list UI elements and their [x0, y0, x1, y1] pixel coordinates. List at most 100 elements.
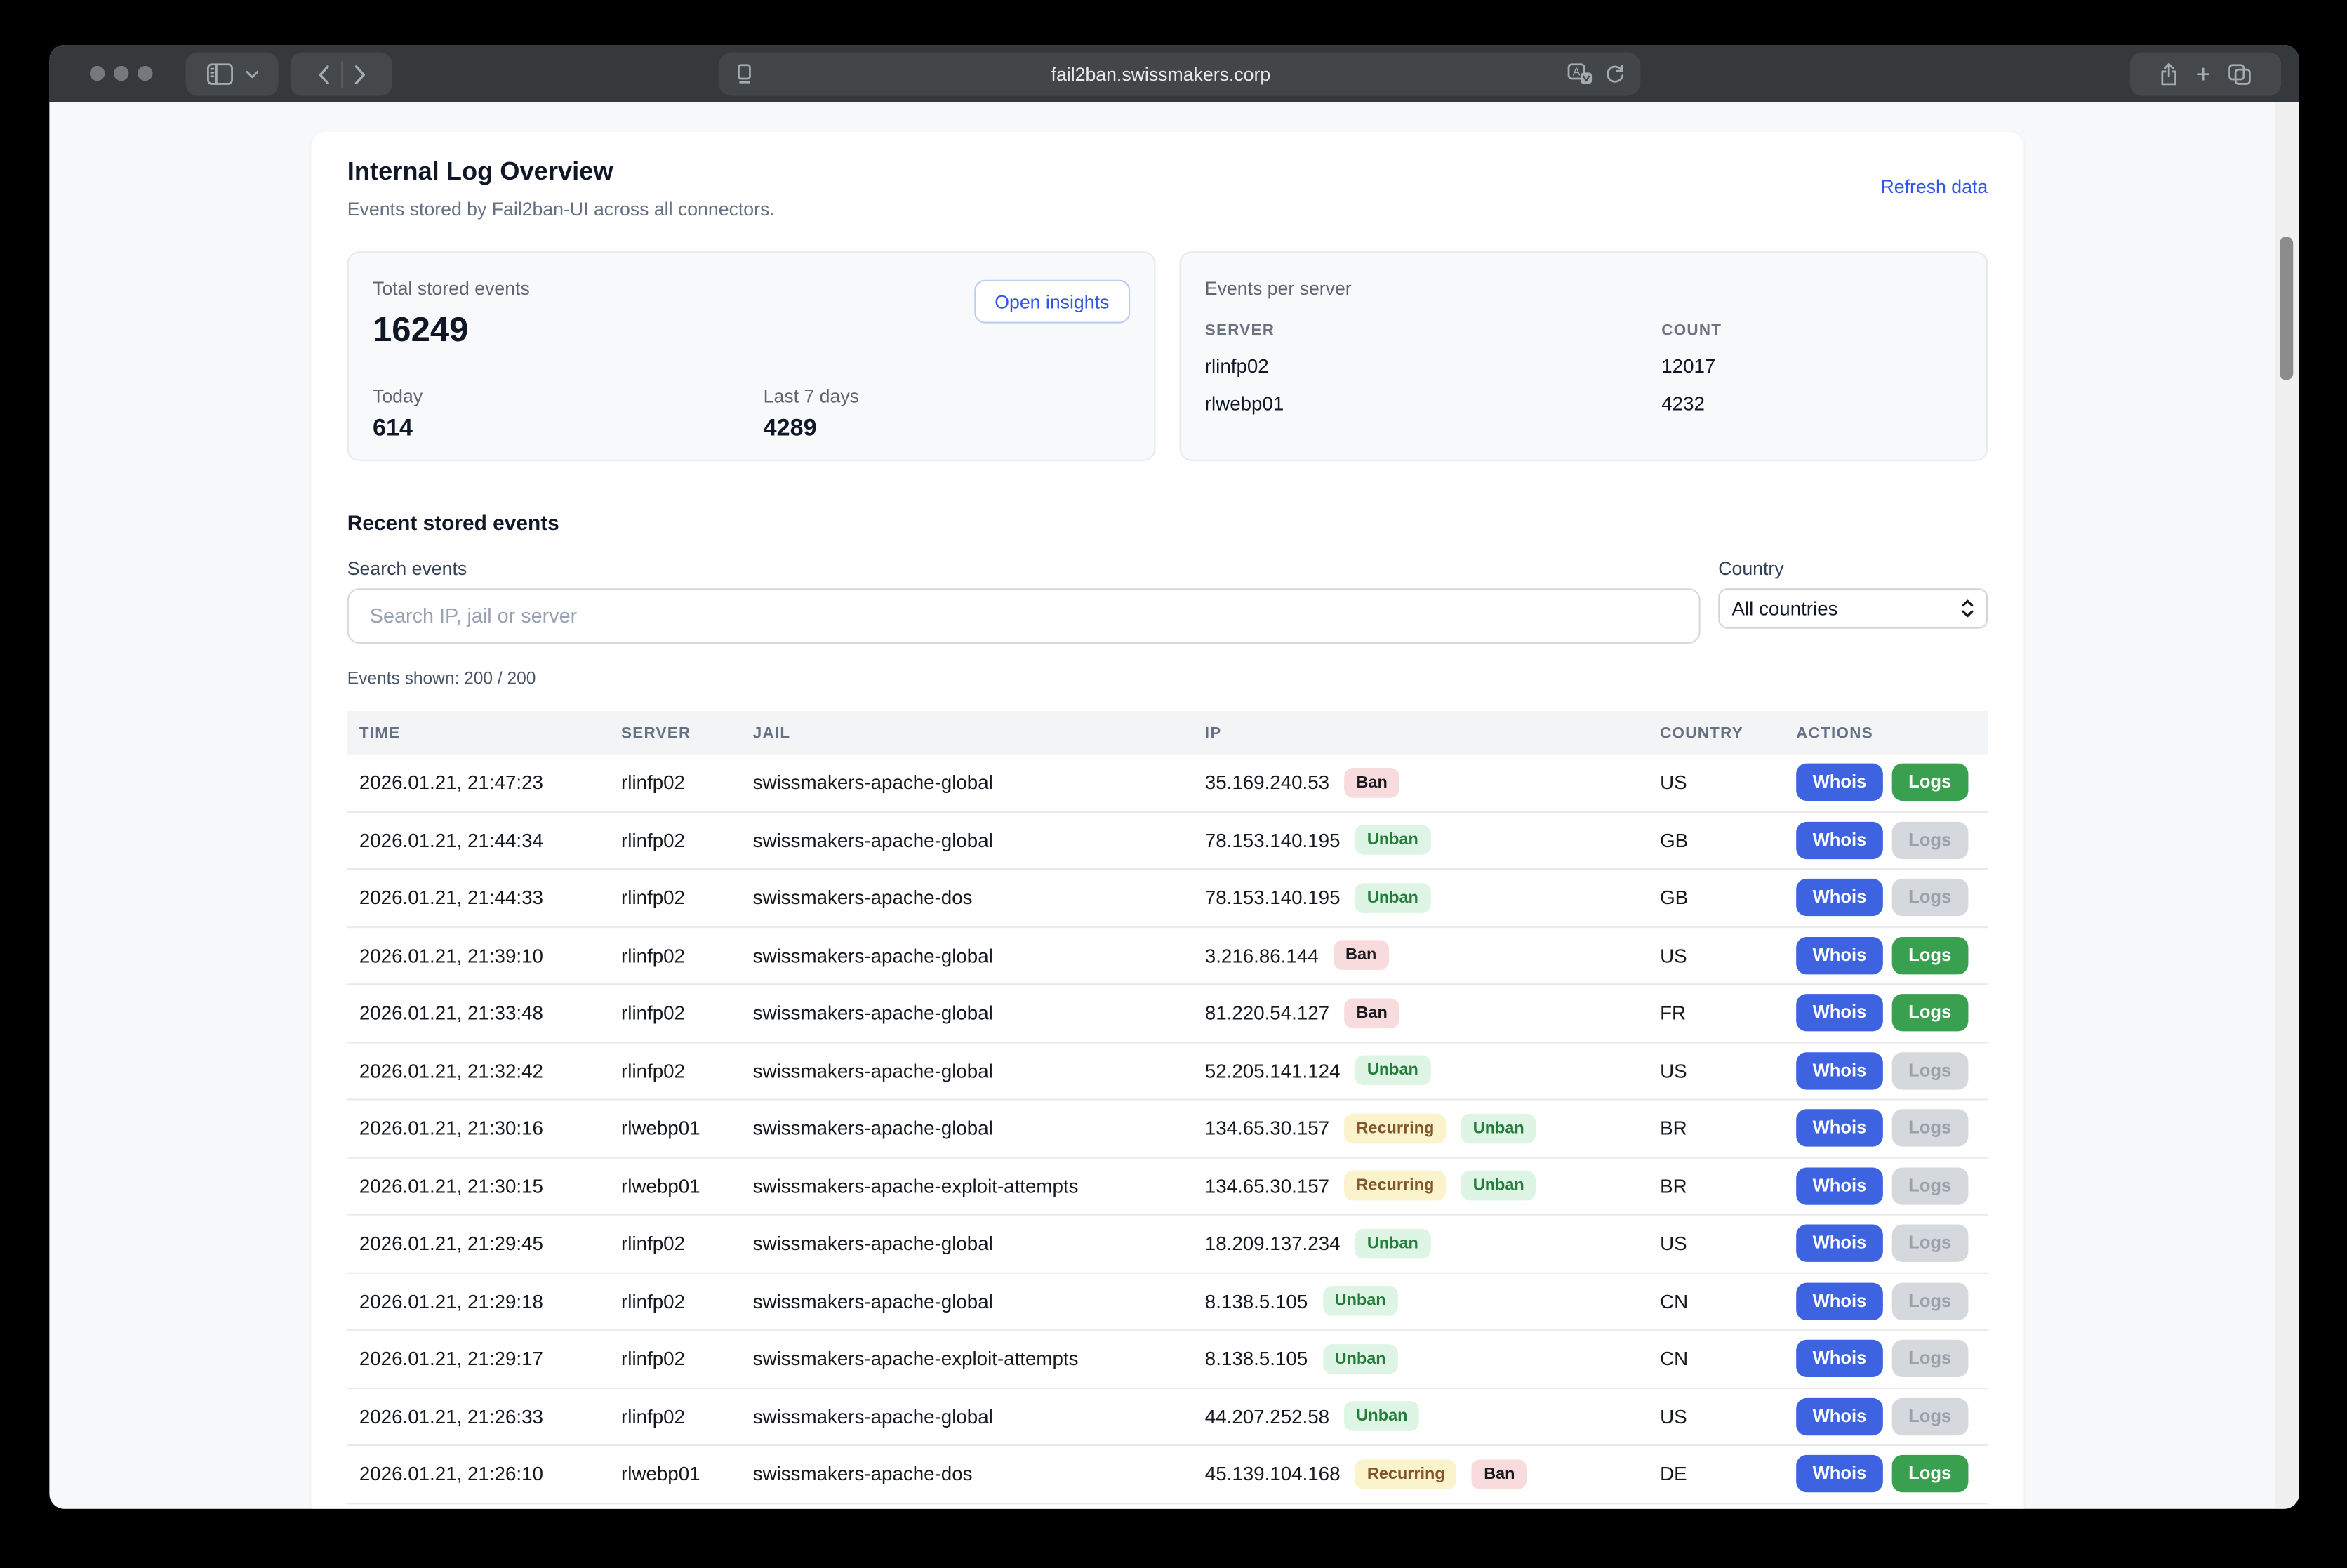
country-select[interactable]: All countries — [1718, 588, 1988, 629]
close-window-button[interactable] — [90, 66, 105, 81]
open-insights-button[interactable]: Open insights — [973, 280, 1130, 324]
event-ip-cell: 8.138.5.105Unban — [1193, 1286, 1648, 1316]
logs-button[interactable]: Logs — [1892, 995, 1968, 1032]
event-jail: swissmakers-apache-global — [741, 1117, 1193, 1139]
events-per-server-card: Events per server SERVER COUNT rlinfp021… — [1180, 251, 1988, 461]
refresh-data-link[interactable]: Refresh data — [1881, 177, 1988, 198]
event-country: CN — [1648, 1290, 1784, 1313]
event-country: US — [1648, 1405, 1784, 1428]
whois-button[interactable]: Whois — [1796, 1282, 1883, 1320]
event-actions: WhoisLogs — [1784, 1052, 1988, 1089]
status-badge-unban: Unban — [1323, 1286, 1398, 1316]
window-controls[interactable] — [90, 66, 153, 81]
count-column-header: COUNT — [1661, 322, 1722, 340]
whois-button[interactable]: Whois — [1796, 821, 1883, 858]
event-ip-cell: 3.216.86.144 Ban — [1193, 941, 1648, 971]
logs-button[interactable]: Logs — [1892, 1282, 1968, 1320]
minimize-window-button[interactable] — [114, 66, 128, 81]
event-time: 2026.01.21, 21:26:33 — [347, 1405, 609, 1428]
table-row: 2026.01.21, 21:44:34rlinfp02swissmakers-… — [347, 812, 1988, 870]
event-ip-cell: 52.205.141.124Unban — [1193, 1056, 1648, 1086]
whois-button[interactable]: Whois — [1796, 1397, 1883, 1435]
scrollbar-track[interactable] — [2275, 102, 2299, 1509]
event-time: 2026.01.21, 21:29:45 — [347, 1233, 609, 1255]
table-row: 2026.01.21, 21:26:33rlinfp02swissmakers-… — [347, 1388, 1988, 1446]
status-badge-ban: Ban — [1472, 1459, 1527, 1489]
event-ip: 134.65.30.157 — [1205, 1175, 1329, 1197]
event-actions: WhoisLogs — [1784, 937, 1988, 974]
event-country: US — [1648, 944, 1784, 966]
total-events-card: Total stored events 16249 Open insights … — [347, 251, 1156, 461]
logs-button[interactable]: Logs — [1892, 1052, 1968, 1089]
event-ip: 3.216.86.144 — [1205, 944, 1319, 966]
new-tab-icon[interactable]: + — [2196, 61, 2211, 86]
whois-button[interactable]: Whois — [1796, 937, 1883, 974]
column-header-actions: ACTIONS — [1784, 724, 1988, 742]
translate-icon[interactable]: A — [1567, 63, 1594, 86]
event-jail: swissmakers-apache-exploit-attempts — [741, 1348, 1193, 1370]
whois-button[interactable]: Whois — [1796, 1052, 1883, 1089]
event-time: 2026.01.21, 21:47:23 — [347, 771, 609, 794]
today-label: Today — [373, 385, 764, 408]
event-country: FR — [1648, 1002, 1784, 1024]
search-input[interactable] — [347, 588, 1701, 644]
event-jail: swissmakers-apache-global — [741, 1290, 1193, 1313]
whois-button[interactable]: Whois — [1796, 764, 1883, 801]
reader-icon[interactable] — [733, 63, 754, 86]
reload-icon[interactable] — [1604, 63, 1625, 86]
event-ip: 52.205.141.124 — [1205, 1059, 1341, 1082]
logs-button[interactable]: Logs — [1892, 879, 1968, 916]
whois-button[interactable]: Whois — [1796, 1225, 1883, 1262]
logs-button[interactable]: Logs — [1892, 1225, 1968, 1262]
event-ip-cell: 18.209.137.234Unban — [1193, 1228, 1648, 1258]
event-ip: 78.153.140.195 — [1205, 886, 1341, 909]
url-text: fail2ban.swissmakers.corp — [754, 64, 1567, 85]
event-jail: swissmakers-apache-dos — [741, 886, 1193, 909]
status-badge-ban: Ban — [1334, 941, 1388, 971]
logs-button[interactable]: Logs — [1892, 937, 1968, 974]
event-jail: swissmakers-apache-global — [741, 1059, 1193, 1082]
browser-window: fail2ban.swissmakers.corp A — [49, 45, 2299, 1509]
forward-icon[interactable] — [352, 64, 366, 85]
column-header-country: COUNTRY — [1648, 724, 1784, 742]
event-country: US — [1648, 1059, 1784, 1082]
logs-button[interactable]: Logs — [1892, 1397, 1968, 1435]
event-time: 2026.01.21, 21:39:10 — [347, 944, 609, 966]
logs-button[interactable]: Logs — [1892, 1110, 1968, 1147]
whois-button[interactable]: Whois — [1796, 1455, 1883, 1492]
whois-button[interactable]: Whois — [1796, 1110, 1883, 1147]
event-time: 2026.01.21, 21:44:34 — [347, 829, 609, 851]
share-icon[interactable] — [2158, 61, 2179, 86]
table-row: 2026.01.21, 21:39:10rlinfp02swissmakers-… — [347, 927, 1988, 985]
logs-button[interactable]: Logs — [1892, 1455, 1968, 1492]
page-viewport: Internal Log Overview Events stored by F… — [49, 102, 2299, 1509]
whois-button[interactable]: Whois — [1796, 995, 1883, 1032]
tab-overview-icon[interactable] — [2227, 63, 2252, 86]
whois-button[interactable]: Whois — [1796, 879, 1883, 916]
event-country: US — [1648, 1233, 1784, 1255]
scrollbar-thumb[interactable] — [2280, 237, 2293, 380]
column-header-server: SERVER — [609, 724, 741, 742]
event-country: DE — [1648, 1463, 1784, 1485]
chevron-down-icon — [245, 69, 258, 79]
event-server: rlwebp01 — [609, 1117, 741, 1139]
event-country: GB — [1648, 829, 1784, 851]
event-ip-cell: 78.153.140.195Unban — [1193, 825, 1648, 856]
zoom-window-button[interactable] — [138, 66, 152, 81]
event-country: GB — [1648, 886, 1784, 909]
event-actions: WhoisLogs — [1784, 764, 1988, 801]
back-icon[interactable] — [317, 64, 330, 85]
logs-button[interactable]: Logs — [1892, 764, 1968, 801]
status-badge-unban: Unban — [1461, 1171, 1536, 1201]
event-jail: swissmakers-apache-dos — [741, 1463, 1193, 1485]
whois-button[interactable]: Whois — [1796, 1340, 1883, 1377]
event-server: rlinfp02 — [609, 1002, 741, 1024]
sidebar-toggle-button[interactable] — [185, 53, 278, 96]
table-row: 2026.01.21, 21:26:10rlwebp01swissmakers-… — [347, 1446, 1988, 1503]
table-row: 2026.01.21, 21:30:15rlwebp01swissmakers-… — [347, 1158, 1988, 1216]
address-bar[interactable]: fail2ban.swissmakers.corp A — [719, 53, 1641, 96]
logs-button[interactable]: Logs — [1892, 1167, 1968, 1204]
whois-button[interactable]: Whois — [1796, 1167, 1883, 1204]
logs-button[interactable]: Logs — [1892, 1340, 1968, 1377]
logs-button[interactable]: Logs — [1892, 821, 1968, 858]
